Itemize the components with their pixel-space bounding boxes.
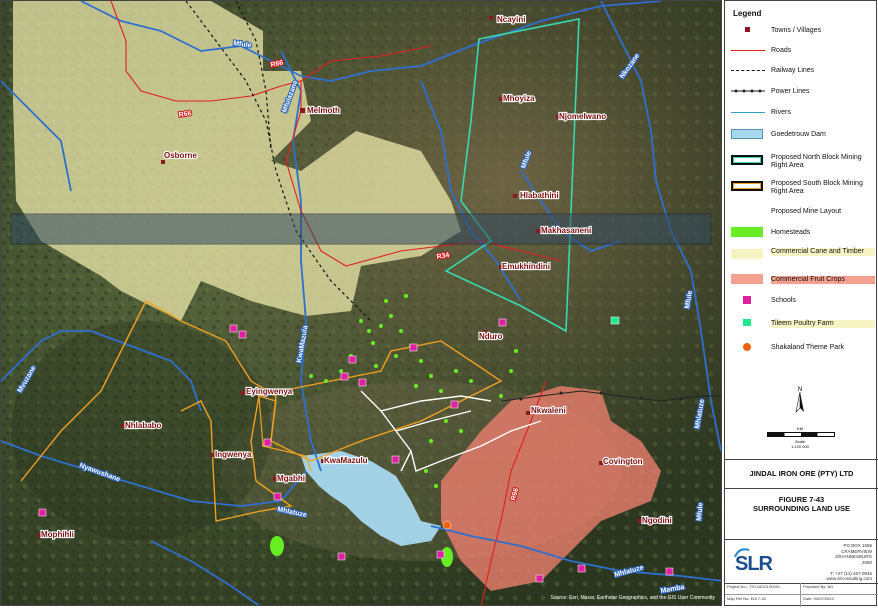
shakaland-swatch-icon: [743, 343, 751, 351]
north-label: N: [798, 387, 802, 393]
rail-swatch-icon: [731, 70, 765, 71]
hill-shade: [11, 321, 271, 541]
company-name: JINDAL IRON ORE (PTY) LTD: [725, 459, 878, 489]
town-label-hlabathini: Hlabathini: [520, 191, 559, 200]
poultry-swatch-icon: [743, 319, 751, 326]
legend-item-homesteads: Homesteads: [725, 227, 878, 241]
legend-item-fruit: Commercial Fruit Crops: [725, 274, 878, 288]
town-label-emukhindini: Emukhindini: [502, 262, 550, 271]
legend-label: Proposed South Block Mining Right Area: [771, 180, 863, 195]
legend-title: Legend: [733, 9, 762, 18]
cane-swatch-icon: [731, 249, 763, 259]
scale-graphic: [767, 432, 835, 437]
figure-number: FIGURE 7-43: [778, 495, 825, 504]
school-swatch-icon: [743, 296, 751, 304]
logo-block: SLR PO BOX 1596 CRAMERVIEW JOHANNESBURG …: [725, 539, 878, 584]
prepared-by: Prepared By: BG: [801, 583, 878, 595]
town-label-nhlababo: Nhlababo: [125, 421, 162, 430]
map-canvas[interactable]: Ncayini Melmoth Mhoyiza Njomelwano Osbor…: [1, 1, 722, 606]
legend-item-rivers: Rivers: [725, 107, 878, 121]
town-label-mhoyiza: Mhoyiza: [503, 94, 535, 103]
legend-label: Tileem Poultry Farm: [771, 320, 875, 328]
town-swatch-icon: [745, 27, 750, 32]
company-address: PO BOX 1596 CRAMERVIEW JOHANNESBURG 2060…: [802, 543, 872, 582]
legend-label: Homesteads: [771, 229, 811, 236]
town-label-ngodini: Ngodini: [642, 516, 672, 525]
map-attribution: Source: Esri, Maxar, Earthstar Geographi…: [550, 595, 715, 601]
town-label-nkwaleni: Nkwaleni: [531, 406, 566, 415]
north-block-swatch-icon: [731, 155, 763, 165]
map-frame[interactable]: Ncayini Melmoth Mhoyiza Njomelwano Osbor…: [0, 0, 722, 606]
legend-item-mine-layout: Proposed Mine Layout: [725, 206, 878, 220]
legend-label: Commercial Cane and Timber: [771, 248, 875, 256]
map-ref-number: Map Ref No: EIA 7-43: [725, 595, 801, 607]
legend-item-cane: Commercial Cane and Timber: [725, 247, 878, 265]
town-label-covington: Covington: [603, 457, 643, 466]
legend-item-north-block: Proposed North Block Mining Right Area: [725, 153, 878, 171]
road-swatch-icon: [731, 50, 765, 51]
north-arrow-icon: N: [795, 387, 804, 413]
legend-item-south-block: Proposed South Block Mining Right Area: [725, 179, 878, 197]
town-label-ingwenya: Ingwenya: [215, 450, 252, 459]
legend-item-power: Power Lines: [725, 86, 878, 100]
legend-label: Proposed Mine Layout: [771, 208, 842, 215]
legend-item-schools: Schools: [725, 295, 878, 309]
legend-item-towns: Towns / Villages: [725, 25, 878, 39]
legend-label: Schools: [771, 297, 796, 304]
legend-item-roads: Roads: [725, 45, 878, 59]
town-label-mophihli: Mophihli: [41, 530, 74, 539]
legend-label: Rivers: [771, 109, 791, 116]
slr-logo: SLR: [735, 553, 773, 575]
figure-title: SURROUNDING LAND USE: [752, 504, 851, 513]
poultry-farm-marker: [610, 316, 620, 325]
town-label-mgabhi: Mgabhi: [277, 474, 305, 483]
town-label-makhasaneni: Makhasaneni: [541, 226, 591, 235]
legend-item-dam: Goedetrouw Dam: [725, 129, 878, 143]
town-label-melmoth: Melmoth: [307, 106, 340, 115]
town-label-nduro: Nduro: [479, 332, 503, 341]
figure-title-block: FIGURE 7-43 SURROUNDING LAND USE: [725, 487, 878, 540]
map-metadata: Project No.: 720.16023.00001 Prepared By…: [725, 583, 878, 607]
town-label-kwamazulu: KwaMazulu: [324, 456, 368, 465]
legend-item-shakaland: Shakaland Theme Park: [725, 342, 878, 356]
town-label-ncayini: Ncayini: [497, 15, 525, 24]
scale-ratio: 1:120 000: [791, 444, 809, 449]
legend-item-railway: Railway Lines: [725, 65, 878, 79]
power-swatch-icon: [731, 89, 765, 93]
legend-panel: Legend Towns / Villages Roads Railway Li…: [724, 0, 878, 607]
fruit-swatch-icon: [731, 274, 763, 284]
address-line: www.slrconsulting.com: [826, 576, 872, 581]
highlight-band: [10, 213, 712, 245]
legend-label: Goedetrouw Dam: [771, 131, 826, 138]
legend-label: Proposed North Block Mining Right Area: [771, 154, 862, 169]
town-label-osborne: Osborne: [164, 151, 197, 160]
legend-item-poultry: Tileem Poultry Farm: [725, 318, 878, 332]
town-label-eyingwenya: Eyingwenya: [246, 387, 293, 396]
town-label-njomelwano: Njomelwano: [559, 112, 606, 121]
shakaland-marker: [442, 520, 452, 530]
scale-bar: KM Scale 1:120 000: [765, 424, 835, 454]
project-number: Project No.: 720.16023.00001: [725, 583, 801, 595]
legend-label: Railway Lines: [771, 67, 815, 74]
dam-swatch-icon: [731, 129, 763, 139]
legend-label: Shakaland Theme Park: [771, 344, 845, 351]
legend-label: Roads: [771, 47, 792, 54]
south-block-swatch-icon: [731, 181, 763, 191]
river-swatch-icon: [731, 112, 765, 113]
legend-label: Towns / Villages: [771, 27, 822, 34]
scale-unit: KM: [797, 426, 803, 431]
map-date: Date: 04/07/2023: [803, 596, 834, 601]
homesteads-swatch-icon: [731, 227, 763, 237]
legend-label: Commercial Fruit Crops: [771, 276, 875, 284]
legend-label: Power Lines: [771, 88, 810, 95]
